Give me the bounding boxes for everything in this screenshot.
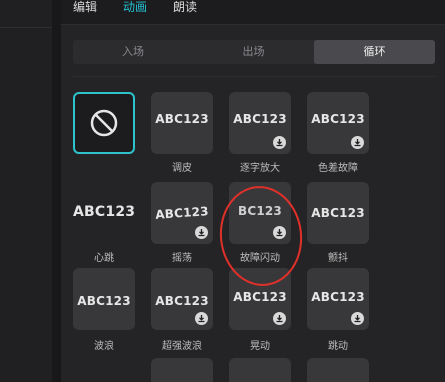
tile-preview-text: ABC123 (233, 112, 287, 126)
download-icon[interactable] (195, 226, 208, 239)
tile-label: 摇荡 (172, 253, 192, 264)
tile-label: 色差故障 (318, 163, 358, 174)
tile-label: 逐字放大 (240, 163, 280, 174)
text-animation-panel: 编辑 动画 朗读 入场 出场 循环 ABC123 调皮 ABC123 逐字放大 … (61, 0, 445, 382)
tile-preview-text: ABC123 (154, 204, 210, 222)
animation-tile-sway[interactable]: ABC123 (151, 182, 213, 244)
segment-exit[interactable]: 出场 (193, 40, 314, 64)
tile-preview-text: ABC123 (233, 290, 287, 304)
download-icon[interactable] (351, 312, 364, 325)
tab-read-aloud[interactable]: 朗读 (173, 0, 197, 14)
animation-tile-none[interactable] (73, 92, 135, 154)
segment-loop[interactable]: 循环 (314, 40, 435, 64)
tile-label: 心跳 (94, 253, 114, 264)
tile-preview-text: ABC123 (73, 204, 136, 220)
animation-tile-bounce[interactable]: ABC123 (307, 268, 369, 330)
download-icon[interactable] (273, 136, 286, 149)
download-icon[interactable] (273, 312, 286, 325)
animation-tile-heartbeat[interactable]: ABC123 (73, 182, 135, 244)
left-panel-divider (0, 27, 52, 28)
none-icon (90, 109, 118, 137)
tile-label: 故障闪动 (240, 253, 280, 264)
left-panel (0, 0, 52, 382)
animation-tile-naughty[interactable]: ABC123 (151, 92, 213, 154)
tile-label: 跳动 (328, 341, 348, 352)
top-tab-bar: 编辑 动画 朗读 (61, 0, 445, 25)
tab-animation[interactable]: 动画 (123, 0, 147, 14)
tile-label: 波浪 (94, 341, 114, 352)
tile-preview-text: ABC123 (77, 294, 131, 308)
animation-tile-zoom-by-char[interactable]: ABC123 (229, 92, 291, 154)
tile-label: 调皮 (172, 163, 192, 174)
animation-tile[interactable] (307, 358, 369, 382)
download-icon[interactable] (195, 312, 208, 325)
download-icon[interactable] (273, 226, 286, 239)
segment-enter[interactable]: 入场 (73, 40, 193, 64)
animation-tile-shake[interactable]: ABC123 (229, 268, 291, 330)
tile-preview-text: ABC123 (311, 290, 365, 304)
animation-tile-tremble[interactable]: ABC123 (307, 182, 369, 244)
animation-tile-glitch-flash[interactable]: BC123 (229, 182, 291, 244)
tile-preview-text: ABC123 (311, 112, 365, 126)
animation-tile[interactable] (151, 358, 213, 382)
animation-tile-super-wave[interactable]: ABC123 (151, 268, 213, 330)
tile-label: 超强波浪 (162, 341, 202, 352)
animation-type-segmented-control: 入场 出场 循环 (73, 40, 435, 64)
divider (73, 76, 435, 77)
tile-label: 晃动 (250, 341, 270, 352)
animation-tile-wave[interactable]: ABC123 (73, 268, 135, 330)
tile-preview-text: ABC123 (311, 206, 365, 220)
tile-preview-text: ABC123 (155, 112, 209, 126)
tile-label: 颤抖 (328, 253, 348, 264)
tile-preview-text: ABC123 (155, 294, 209, 308)
animation-tile[interactable] (229, 358, 291, 382)
tile-preview-text: BC123 (237, 204, 282, 218)
animation-tile-chromatic-glitch[interactable]: ABC123 (307, 92, 369, 154)
download-icon[interactable] (351, 136, 364, 149)
tab-edit[interactable]: 编辑 (73, 0, 97, 14)
